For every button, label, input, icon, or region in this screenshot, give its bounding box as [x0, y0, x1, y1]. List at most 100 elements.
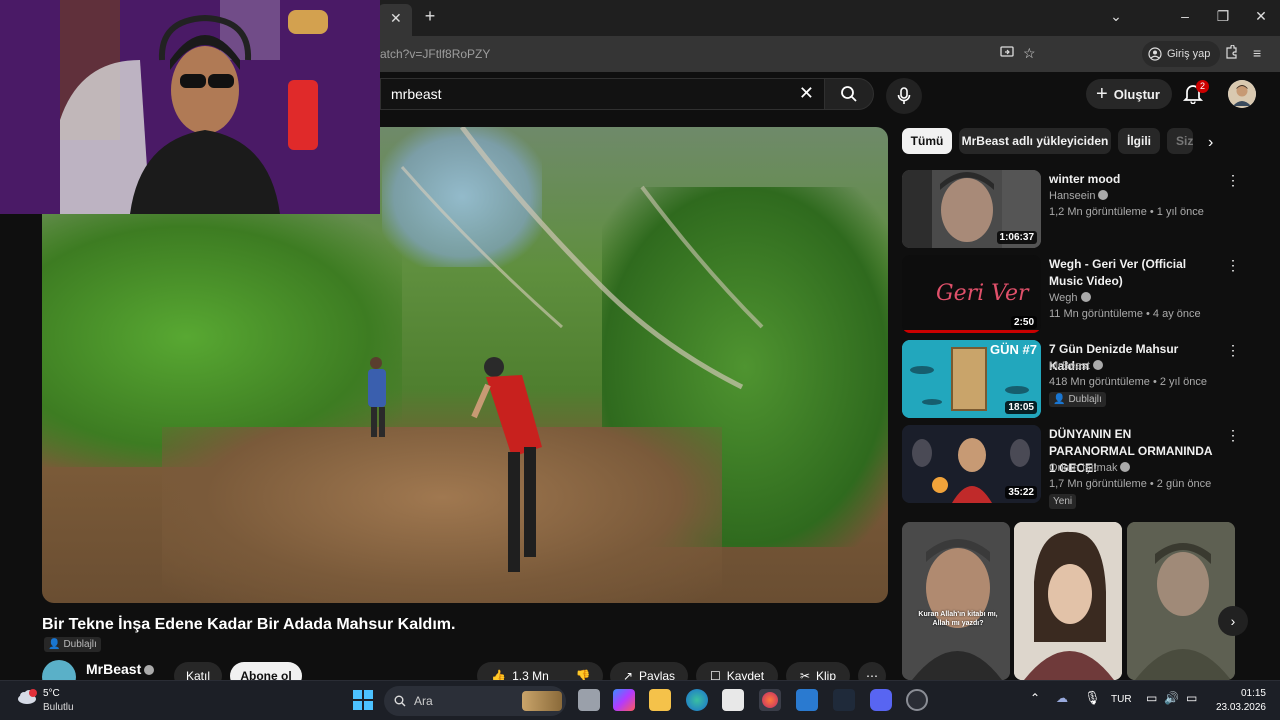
- microphone-icon[interactable]: 🎙: [1084, 690, 1101, 706]
- signin-label: Giriş yap: [1167, 48, 1211, 60]
- notifications-button[interactable]: 2: [1182, 80, 1210, 106]
- menu-icon[interactable]: ≡: [1253, 45, 1261, 61]
- watch-progress-bar: [902, 330, 1041, 333]
- app-grid-icon[interactable]: [833, 689, 855, 711]
- recommendation-meta: 1,7 Mn görüntüleme • 2 gün önce: [1049, 478, 1212, 490]
- create-label: Oluştur: [1113, 86, 1160, 102]
- search-input-value: mrbeast: [391, 86, 442, 102]
- webcam-overlay: [0, 0, 380, 214]
- short-thumbnail[interactable]: [1127, 522, 1235, 680]
- clear-search-icon[interactable]: ✕: [799, 83, 814, 104]
- chip-from-uploader[interactable]: MrBeast adlı yükleyiciden: [959, 128, 1111, 154]
- chip-all[interactable]: Tümü: [902, 128, 952, 154]
- search-icon: [841, 86, 857, 102]
- chevron-right-icon: ›: [1230, 613, 1236, 629]
- recommendation-channel[interactable]: Hanseein: [1049, 190, 1109, 202]
- search-button[interactable]: [824, 78, 874, 110]
- chevron-up-icon[interactable]: ⌃: [1030, 691, 1040, 705]
- account-avatar[interactable]: [1228, 80, 1256, 108]
- browser-tab[interactable]: ✕: [378, 4, 412, 36]
- dubbed-badge: 👤 Dublajlı: [44, 637, 101, 652]
- thumbnail-text: GÜN #7: [990, 342, 1037, 357]
- shorts-next-button[interactable]: ›: [1218, 606, 1248, 636]
- display-icon[interactable]: ▭: [1146, 691, 1157, 705]
- cloud-icon[interactable]: [16, 689, 38, 705]
- tab-list-chevron-icon[interactable]: ⌄: [1106, 8, 1126, 25]
- short-caption: Kuran Allah'ın kitabı mı, Allah mı yazdı…: [918, 611, 998, 627]
- new-badge: Yeni: [1049, 494, 1077, 509]
- dubbed-badge: 👤 Dublajlı: [1049, 392, 1106, 407]
- edge-icon[interactable]: [686, 689, 708, 711]
- more-vertical-icon[interactable]: ⋮: [1226, 172, 1240, 189]
- mail-icon[interactable]: [796, 689, 818, 711]
- screen-share-icon[interactable]: [1000, 45, 1014, 62]
- more-vertical-icon[interactable]: ⋮: [1226, 427, 1240, 444]
- search-highlight-icon: [522, 691, 562, 711]
- new-tab-icon[interactable]: +: [420, 6, 440, 27]
- taskbar-time[interactable]: 01:15: [1214, 688, 1266, 699]
- channel-name[interactable]: MrBeast: [86, 661, 155, 677]
- battery-icon[interactable]: ▭: [1186, 691, 1197, 705]
- weather-temperature: 5°C: [43, 688, 60, 699]
- voice-search-button[interactable]: [886, 78, 922, 114]
- recommendation-item[interactable]: GÜN #7 18:05 7 Gün Denizde Mahsur Kaldım…: [902, 340, 1252, 420]
- create-button[interactable]: + Oluştur: [1086, 79, 1172, 109]
- bookmark-star-icon[interactable]: ☆: [1023, 45, 1036, 62]
- taskbar-search[interactable]: Ara: [384, 686, 566, 716]
- recommendation-channel-text: MrBeast: [1049, 360, 1090, 372]
- discord-icon[interactable]: [870, 689, 892, 711]
- app-icon[interactable]: [906, 689, 928, 711]
- recommendation-meta: 1,2 Mn görüntüleme • 1 yıl önce: [1049, 206, 1204, 218]
- chip-for-you[interactable]: Siz: [1167, 128, 1193, 154]
- short-thumbnail[interactable]: Kuran Allah'ın kitabı mı, Allah mı yazdı…: [902, 522, 1010, 680]
- channel-name-text: MrBeast: [86, 661, 142, 677]
- weather-description: Bulutlu: [43, 702, 74, 713]
- extensions-icon[interactable]: [1224, 44, 1238, 62]
- close-tab-icon[interactable]: ✕: [390, 10, 402, 27]
- recommendation-meta: 418 Mn görüntüleme • 2 yıl önce: [1049, 376, 1207, 388]
- browser-icon[interactable]: [759, 689, 781, 711]
- recommendation-channel-text: Hanseein: [1049, 190, 1096, 202]
- recommendation-item[interactable]: Geri Ver 2:50 Wegh - Geri Ver (Official …: [902, 255, 1252, 335]
- verified-icon: [1120, 462, 1131, 472]
- language-indicator[interactable]: TUR: [1111, 694, 1132, 705]
- file-explorer-icon[interactable]: [649, 689, 671, 711]
- signin-button[interactable]: Giriş yap: [1142, 41, 1221, 67]
- minimize-icon[interactable]: –: [1175, 8, 1195, 24]
- video-title: Bir Tekne İnşa Edene Kadar Bir Adada Mah…: [42, 616, 456, 633]
- volume-icon[interactable]: 🔊: [1164, 691, 1179, 705]
- recommendation-meta: 11 Mn görüntüleme • 4 ay önce: [1049, 308, 1201, 320]
- short-thumbnail[interactable]: [1014, 522, 1122, 680]
- store-icon[interactable]: [722, 689, 744, 711]
- maximize-icon[interactable]: ❐: [1213, 8, 1233, 25]
- recommendation-channel[interactable]: MrBeast: [1049, 360, 1103, 372]
- taskbar-date[interactable]: 23.03.2026: [1204, 702, 1266, 713]
- recommendation-item[interactable]: 35:22 DÜNYANIN EN PARANORMAL ORMANINDA 1…: [902, 425, 1252, 509]
- search-input[interactable]: mrbeast ✕: [380, 78, 824, 110]
- video-thumbnail[interactable]: 35:22: [902, 425, 1041, 503]
- chip-related[interactable]: İlgili: [1118, 128, 1160, 154]
- recommendation-channel[interactable]: Orkun Işıtmak: [1049, 462, 1131, 474]
- recommendation-item[interactable]: 1:06:37 winter mood Hanseein 1,2 Mn görü…: [902, 170, 1252, 250]
- recommendation-channel-text: Orkun Işıtmak: [1049, 462, 1118, 474]
- more-vertical-icon[interactable]: ⋮: [1226, 342, 1240, 359]
- url-text[interactable]: atch?v=JFtlf8RoPZY: [380, 47, 490, 61]
- close-window-icon[interactable]: ✕: [1251, 8, 1271, 25]
- more-vertical-icon[interactable]: ⋮: [1226, 257, 1240, 274]
- plus-icon: +: [1096, 83, 1108, 105]
- recommendation-title[interactable]: winter mood: [1049, 171, 1219, 188]
- notification-count-badge: 2: [1196, 80, 1210, 93]
- copilot-icon[interactable]: [613, 689, 635, 711]
- recommendation-title[interactable]: Wegh - Geri Ver (Official Music Video): [1049, 256, 1219, 290]
- video-thumbnail[interactable]: Geri Ver 2:50: [902, 255, 1041, 333]
- dub-icon: 👤: [1053, 394, 1066, 405]
- task-view-icon[interactable]: [578, 689, 600, 711]
- recommendation-channel[interactable]: Wegh: [1049, 292, 1091, 304]
- video-thumbnail[interactable]: 1:06:37: [902, 170, 1041, 248]
- video-thumbnail[interactable]: GÜN #7 18:05: [902, 340, 1041, 418]
- network-cloud-icon[interactable]: ☁: [1056, 691, 1068, 705]
- dub-icon: 👤: [48, 639, 61, 650]
- start-windows-icon[interactable]: [353, 690, 373, 710]
- verified-icon: [144, 665, 155, 675]
- chevron-right-icon[interactable]: ›: [1208, 134, 1213, 152]
